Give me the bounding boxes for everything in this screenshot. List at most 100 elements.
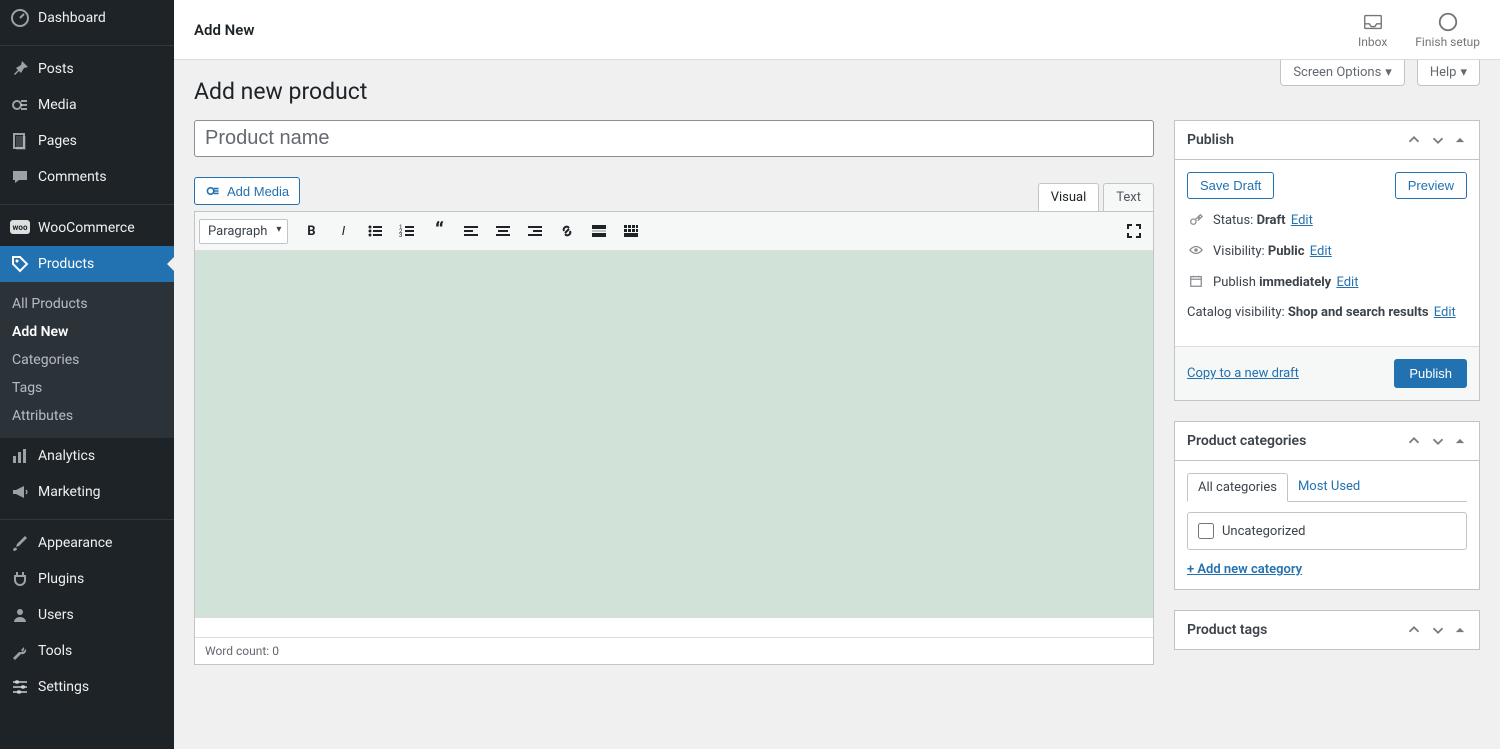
publish-button[interactable]: Publish bbox=[1394, 359, 1467, 388]
key-icon bbox=[1187, 211, 1205, 226]
admin-sidebar: Dashboard Posts Media Pages Comments woo… bbox=[0, 0, 174, 749]
users-icon bbox=[10, 605, 30, 625]
sidebar-item-pages[interactable]: Pages bbox=[0, 123, 174, 159]
tags-title: Product tags bbox=[1187, 622, 1399, 638]
sidebar-label: Pages bbox=[38, 133, 77, 149]
content-wrap: Screen Options ▾ Help ▾ Add new product … bbox=[174, 60, 1500, 685]
side-column: Publish Save Draft Preview Status: Draft… bbox=[1174, 120, 1480, 650]
sidebar-item-plugins[interactable]: Plugins bbox=[0, 561, 174, 597]
sidebar-label: Settings bbox=[38, 679, 89, 695]
media-icon bbox=[10, 95, 30, 115]
add-media-button[interactable]: Add Media bbox=[194, 177, 300, 205]
sidebar-label: Dashboard bbox=[38, 10, 106, 26]
inbox-icon bbox=[1362, 11, 1384, 33]
editor-box: Paragraph B I 123 “ bbox=[194, 211, 1154, 665]
brush-icon bbox=[10, 533, 30, 553]
toggle-panel-button[interactable] bbox=[1453, 133, 1467, 147]
sidebar-item-marketing[interactable]: Marketing bbox=[0, 474, 174, 510]
move-down-button[interactable] bbox=[1429, 131, 1447, 149]
editor-tab-text[interactable]: Text bbox=[1103, 183, 1154, 211]
sidebar-label: Appearance bbox=[38, 535, 112, 551]
publish-title: Publish bbox=[1187, 132, 1399, 148]
add-new-category-link[interactable]: + Add new category bbox=[1187, 562, 1302, 577]
screen-options-button[interactable]: Screen Options ▾ bbox=[1280, 60, 1405, 86]
sidebar-item-posts[interactable]: Posts bbox=[0, 51, 174, 87]
move-up-button[interactable] bbox=[1405, 621, 1423, 639]
bullet-list-button[interactable] bbox=[360, 216, 390, 246]
italic-button[interactable]: I bbox=[328, 216, 358, 246]
edit-schedule-link[interactable]: Edit bbox=[1336, 275, 1358, 290]
sidebar-item-comments[interactable]: Comments bbox=[0, 159, 174, 195]
move-up-button[interactable] bbox=[1405, 131, 1423, 149]
sidebar-item-analytics[interactable]: Analytics bbox=[0, 438, 174, 474]
edit-status-link[interactable]: Edit bbox=[1291, 213, 1313, 228]
sidebar-item-users[interactable]: Users bbox=[0, 597, 174, 633]
link-button[interactable] bbox=[552, 216, 582, 246]
preview-button[interactable]: Preview bbox=[1395, 172, 1467, 199]
align-left-button[interactable] bbox=[456, 216, 486, 246]
editor-wrap: Add Media Visual Text Paragraph B I 123 bbox=[194, 177, 1154, 665]
category-checkbox[interactable] bbox=[1198, 523, 1214, 539]
read-more-button[interactable] bbox=[584, 216, 614, 246]
format-select[interactable]: Paragraph bbox=[199, 219, 288, 244]
sidebar-item-dashboard[interactable]: Dashboard bbox=[0, 0, 174, 36]
submenu-attributes[interactable]: Attributes bbox=[0, 402, 174, 430]
toolbar-toggle-button[interactable] bbox=[616, 216, 646, 246]
align-center-button[interactable] bbox=[488, 216, 518, 246]
svg-text:3: 3 bbox=[399, 232, 402, 239]
sidebar-label: Marketing bbox=[38, 484, 101, 500]
category-list: Uncategorized bbox=[1187, 512, 1467, 550]
save-draft-button[interactable]: Save Draft bbox=[1187, 172, 1274, 199]
inbox-button[interactable]: Inbox bbox=[1358, 11, 1387, 49]
fullscreen-button[interactable] bbox=[1119, 216, 1149, 246]
product-title-input[interactable] bbox=[194, 120, 1154, 157]
plug-icon bbox=[10, 569, 30, 589]
align-right-button[interactable] bbox=[520, 216, 550, 246]
toggle-panel-button[interactable] bbox=[1453, 434, 1467, 448]
tab-most-used[interactable]: Most Used bbox=[1288, 473, 1370, 501]
main-column: Add Media Visual Text Paragraph B I 123 bbox=[194, 120, 1154, 665]
sidebar-label: Comments bbox=[38, 169, 107, 185]
category-item-uncategorized[interactable]: Uncategorized bbox=[1198, 523, 1456, 539]
sidebar-label: Analytics bbox=[38, 448, 95, 464]
sidebar-separator bbox=[0, 515, 174, 520]
sidebar-separator bbox=[0, 200, 174, 205]
eye-icon bbox=[1187, 242, 1205, 257]
sidebar-item-products[interactable]: Products bbox=[0, 246, 174, 282]
chevron-down-icon: ▾ bbox=[1460, 65, 1467, 80]
sidebar-item-settings[interactable]: Settings bbox=[0, 669, 174, 705]
submenu-tags[interactable]: Tags bbox=[0, 374, 174, 402]
edit-visibility-link[interactable]: Edit bbox=[1310, 244, 1332, 259]
copy-draft-link[interactable]: Copy to a new draft bbox=[1187, 366, 1299, 381]
numbered-list-button[interactable]: 123 bbox=[392, 216, 422, 246]
editor-tab-visual[interactable]: Visual bbox=[1038, 183, 1100, 211]
sidebar-item-media[interactable]: Media bbox=[0, 87, 174, 123]
dashboard-icon bbox=[10, 8, 30, 28]
bold-button[interactable]: B bbox=[296, 216, 326, 246]
editor-footer: Word count: 0 bbox=[195, 637, 1153, 664]
main-area: Add New Inbox Finish setup Screen Option… bbox=[174, 0, 1500, 685]
sidebar-item-tools[interactable]: Tools bbox=[0, 633, 174, 669]
megaphone-icon bbox=[10, 482, 30, 502]
sidebar-item-woocommerce[interactable]: woo WooCommerce bbox=[0, 210, 174, 246]
finish-setup-button[interactable]: Finish setup bbox=[1415, 11, 1480, 49]
sidebar-label: WooCommerce bbox=[38, 220, 135, 236]
blockquote-button[interactable]: “ bbox=[424, 216, 454, 246]
submenu-categories[interactable]: Categories bbox=[0, 346, 174, 374]
move-down-button[interactable] bbox=[1429, 432, 1447, 450]
finish-label: Finish setup bbox=[1415, 35, 1480, 49]
move-down-button[interactable] bbox=[1429, 621, 1447, 639]
editor-toolbar: Paragraph B I 123 “ bbox=[195, 212, 1153, 251]
help-button[interactable]: Help ▾ bbox=[1417, 60, 1480, 86]
editor-canvas[interactable] bbox=[195, 251, 1153, 617]
submenu-add-new[interactable]: Add New bbox=[0, 318, 174, 346]
sidebar-item-appearance[interactable]: Appearance bbox=[0, 525, 174, 561]
categories-title: Product categories bbox=[1187, 433, 1399, 449]
tab-all-categories[interactable]: All categories bbox=[1187, 473, 1288, 502]
submenu-all-products[interactable]: All Products bbox=[0, 290, 174, 318]
toggle-panel-button[interactable] bbox=[1453, 623, 1467, 637]
categories-metabox: Product categories All categories Most U… bbox=[1174, 421, 1480, 590]
edit-catalog-link[interactable]: Edit bbox=[1434, 305, 1456, 320]
move-up-button[interactable] bbox=[1405, 432, 1423, 450]
sidebar-label: Plugins bbox=[38, 571, 84, 587]
